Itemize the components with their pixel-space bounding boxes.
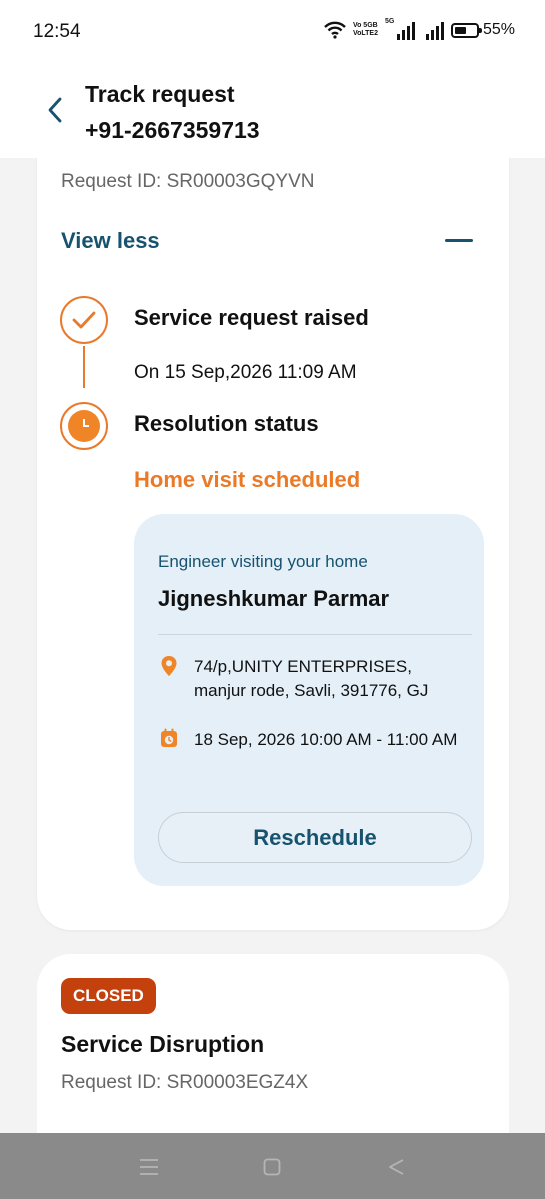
home-square-icon [263,1158,281,1176]
step-title: Resolution status [134,411,319,436]
system-nav-bar [0,1133,545,1199]
status-badge: CLOSED [61,978,156,1014]
visit-address: 74/p,UNITY ENTERPRISES, manjur rode, Sav… [194,657,429,700]
recents-button[interactable] [135,1153,163,1181]
request-title: Service Disruption [61,1031,265,1057]
menu-icon [140,1159,158,1175]
content-area[interactable]: Request ID: SR00003GQYVN View less Servi… [0,158,545,1133]
app-header: Track request +91-2667359713 [0,62,545,158]
request-card[interactable]: CLOSED Service Disruption Request ID: SR… [37,954,509,1133]
calendar-icon [161,728,177,747]
engineer-label: Engineer visiting your home [158,552,368,571]
signal-icon [422,20,444,40]
wifi-icon [324,21,346,39]
location-pin-icon [161,656,177,676]
battery-icon [450,22,482,38]
engineer-visit-panel: Engineer visiting your home Jigneshkumar… [134,514,484,886]
volte-line1: Vo 5GB [352,22,378,29]
reschedule-button[interactable]: Reschedule [158,812,472,863]
step-title: Service request raised [134,305,369,330]
signal-5g-icon: 5G [384,18,415,40]
visit-schedule: 18 Sep, 2026 10:00 AM - 11:00 AM [194,730,458,749]
home-button[interactable] [258,1153,286,1181]
back-triangle-icon [389,1159,404,1175]
request-id: Request ID: SR00003GQYVN [61,171,315,192]
resolution-status: Home visit scheduled [134,467,361,492]
request-card: Request ID: SR00003GQYVN View less Servi… [37,158,509,930]
chevron-left-icon [48,97,62,123]
step-date: On 15 Sep,2026 11:09 AM [134,362,357,383]
engineer-name: Jigneshkumar Parmar [158,586,390,611]
status-bar: 12:54 Vo 5GB VoLTE2 5G 55% [0,0,545,62]
check-icon [72,311,96,329]
view-less-link[interactable]: View less [61,228,160,254]
battery-indicator: 55% [450,21,515,39]
page-title: Track request [85,81,235,107]
back-button[interactable] [38,90,72,130]
back-nav-button[interactable] [382,1153,410,1181]
volte-line2: VoLTE2 [352,30,378,37]
network-tag: 5G [384,18,395,25]
clock-icon [68,410,100,442]
step-connector [83,346,85,388]
status-icons: Vo 5GB VoLTE2 5G 55% [324,18,515,40]
request-id: Request ID: SR00003EGZ4X [61,1072,309,1093]
divider [158,634,472,635]
battery-percent: 55% [482,21,515,38]
collapse-icon[interactable] [445,239,473,242]
step-pending-indicator [60,402,108,450]
phone-number: +91-2667359713 [85,117,260,143]
status-time: 12:54 [33,21,81,42]
step-done-indicator [60,296,108,344]
volte-indicator: Vo 5GB VoLTE2 [353,22,378,38]
